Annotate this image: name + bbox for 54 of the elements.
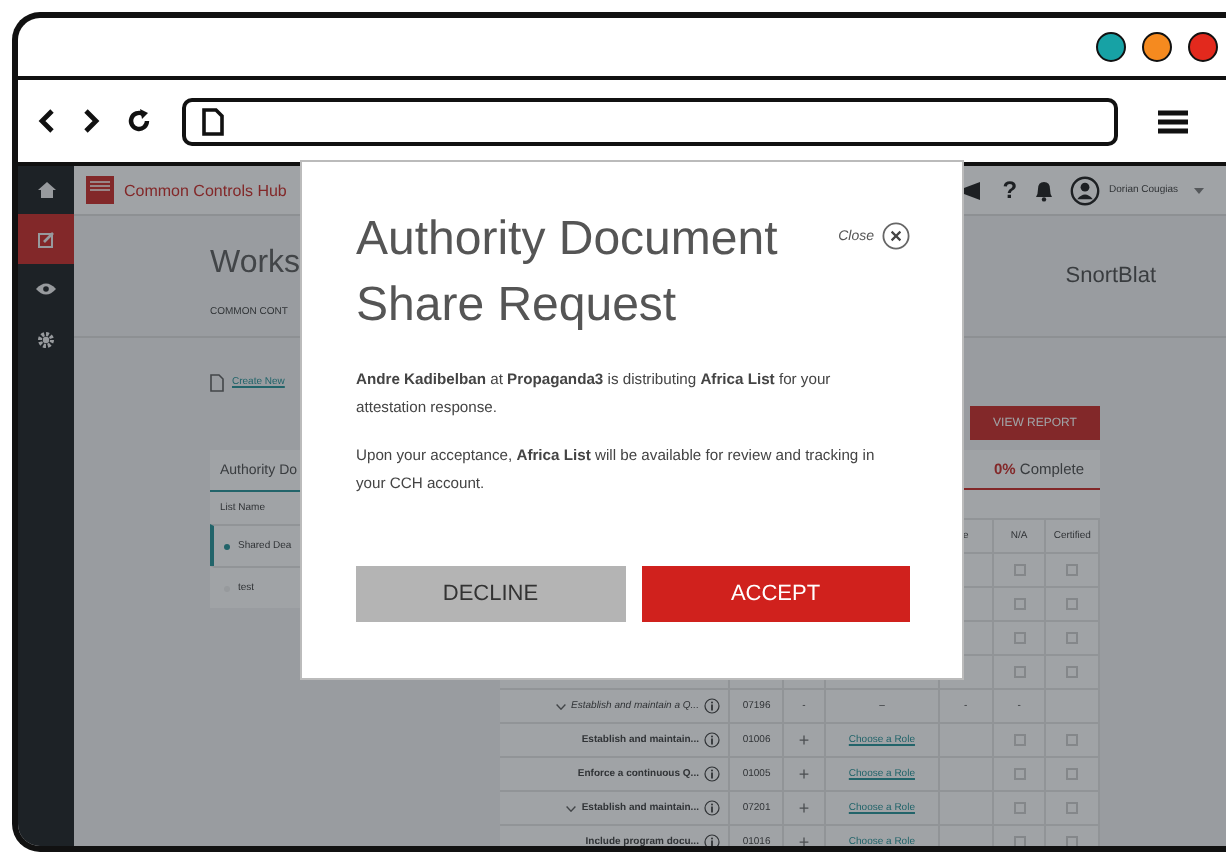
checkbox[interactable] xyxy=(1066,768,1079,780)
close-icon[interactable] xyxy=(882,222,910,250)
caret-icon[interactable] xyxy=(1194,187,1204,193)
edit-icon xyxy=(38,231,54,247)
checkbox[interactable] xyxy=(1066,632,1079,644)
checkbox[interactable] xyxy=(1066,836,1079,846)
accept-button[interactable]: ACCEPT xyxy=(641,566,910,622)
info-icon[interactable] xyxy=(704,698,721,714)
menu-icon[interactable] xyxy=(1158,109,1188,133)
add-button[interactable]: + xyxy=(798,832,810,846)
window-control-dot[interactable] xyxy=(1142,32,1172,62)
address-bar[interactable] xyxy=(182,97,1118,145)
info-icon[interactable] xyxy=(704,800,721,816)
window-control-dot[interactable] xyxy=(1096,32,1126,62)
home-icon xyxy=(37,182,55,198)
brand-name[interactable]: Common Controls Hub xyxy=(124,181,287,199)
checkbox[interactable] xyxy=(1066,734,1079,746)
add-button[interactable]: + xyxy=(798,764,810,784)
checkbox[interactable] xyxy=(1066,802,1079,814)
eye-icon xyxy=(36,282,56,296)
window-control-dot[interactable] xyxy=(1188,32,1218,62)
document-icon xyxy=(210,373,224,391)
checkbox[interactable] xyxy=(1013,734,1026,746)
avatar-icon[interactable] xyxy=(1069,175,1100,205)
add-button[interactable]: + xyxy=(798,730,810,750)
checkbox[interactable] xyxy=(1066,564,1079,576)
checkbox[interactable] xyxy=(1013,632,1026,644)
back-icon[interactable] xyxy=(38,108,56,134)
reload-icon[interactable] xyxy=(126,108,152,134)
organization-name: SnortBlat xyxy=(1065,264,1156,288)
info-icon[interactable] xyxy=(704,834,721,846)
dialog-title: Authority Document Share Request xyxy=(356,210,780,336)
checkbox[interactable] xyxy=(1013,768,1026,780)
sidebar-item[interactable] xyxy=(18,214,74,264)
checkbox[interactable] xyxy=(1066,666,1079,678)
info-icon[interactable] xyxy=(704,732,721,748)
page-title: Works xyxy=(210,246,301,282)
decline-button[interactable]: DECLINE xyxy=(356,566,625,622)
add-button[interactable]: + xyxy=(798,798,810,818)
checkbox[interactable] xyxy=(1013,598,1026,610)
gear-icon xyxy=(38,331,54,347)
checkbox[interactable] xyxy=(1013,836,1026,846)
info-icon[interactable] xyxy=(704,766,721,782)
forward-icon[interactable] xyxy=(82,108,100,134)
bell-icon[interactable] xyxy=(1033,179,1054,201)
help-button[interactable]: ? xyxy=(1002,176,1018,204)
checkbox[interactable] xyxy=(1013,666,1026,678)
page-icon xyxy=(202,107,224,135)
chevron-down-icon[interactable] xyxy=(555,703,566,709)
checkbox[interactable] xyxy=(1013,802,1026,814)
checkbox[interactable] xyxy=(1013,564,1026,576)
logo-icon xyxy=(86,176,114,204)
chevron-down-icon[interactable] xyxy=(565,805,576,811)
checkbox[interactable] xyxy=(1066,598,1079,610)
